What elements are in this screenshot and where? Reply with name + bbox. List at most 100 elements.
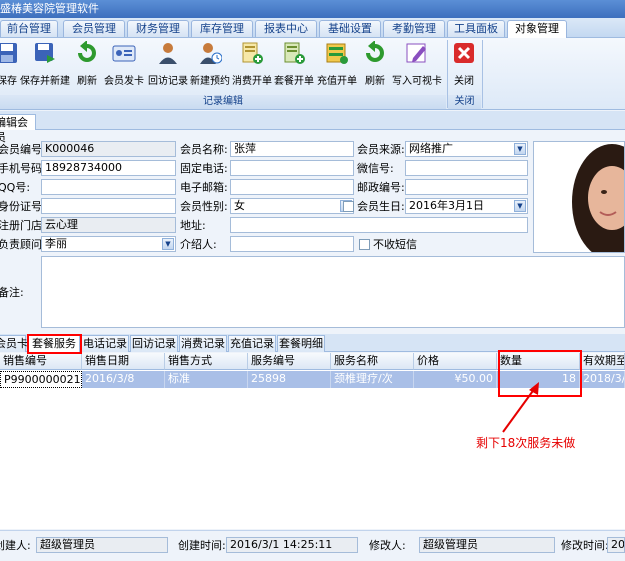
cell-price[interactable]: ¥50.00 xyxy=(414,371,497,388)
creator-label: 创建人: xyxy=(0,539,31,552)
created-time-field[interactable]: 2016/3/1 14:25:11 xyxy=(226,537,358,553)
wechat-field[interactable] xyxy=(405,160,528,176)
tab-recharge-records[interactable]: 充值记录 xyxy=(228,335,276,352)
ribbon-toolbar: 保存 保存并新建 刷新 会员发卡 回访记录 新建预约 消费开单 套餐开单 充值开… xyxy=(0,38,625,110)
created-time-label: 创建时间: xyxy=(178,539,226,552)
source-select[interactable]: 网络推广 ▼ xyxy=(405,141,528,157)
column-header-service-name[interactable]: 服务名称 xyxy=(331,353,414,370)
follow-up-record-button[interactable]: 回访记录 xyxy=(147,41,189,89)
cell-valid-until[interactable]: 2018/3/8 xyxy=(580,371,625,388)
postcode-field[interactable] xyxy=(405,179,528,195)
referrer-field[interactable] xyxy=(230,236,354,252)
follow-up-record-label: 回访记录 xyxy=(148,76,188,87)
doc-tab-edit-member[interactable]: 编辑会员 xyxy=(0,114,36,144)
advisor-label: 负责顾问: xyxy=(0,238,46,251)
modifier-label: 修改人: xyxy=(369,539,406,552)
member-photo[interactable] xyxy=(533,141,625,253)
cell-sale-method[interactable]: 标准 xyxy=(165,371,248,388)
email-label: 电子邮箱: xyxy=(180,181,228,194)
birthday-value: 2016年3月1日 xyxy=(409,199,484,212)
wechat-label: 微信号: xyxy=(357,162,394,175)
email-field[interactable] xyxy=(230,179,354,195)
cell-service-name[interactable]: 颈椎理疗/次 xyxy=(331,371,414,388)
birthday-checkbox[interactable] xyxy=(343,201,354,212)
write-visual-card-button[interactable]: 写入可视卡 xyxy=(391,41,443,89)
tab-inventory-management[interactable]: 库存管理 xyxy=(191,20,253,37)
column-header-price[interactable]: 价格 xyxy=(414,353,497,370)
tab-attendance-management[interactable]: 考勤管理 xyxy=(383,20,445,37)
document-tab-strip: 编辑会员 xyxy=(0,111,625,144)
ribbon-group-separator xyxy=(482,40,483,108)
phone-field[interactable] xyxy=(230,160,354,176)
issue-card-button[interactable]: 会员发卡 xyxy=(103,41,145,89)
tab-front-desk[interactable]: 前台管理 xyxy=(0,20,58,37)
column-header-service-no[interactable]: 服务编号 xyxy=(248,353,331,370)
save-new-icon xyxy=(35,43,55,63)
tab-follow-up-records[interactable]: 回访记录 xyxy=(130,335,178,352)
no-sms-label: 不收短信 xyxy=(373,238,417,251)
modifier-field[interactable]: 超级管理员 xyxy=(419,537,555,553)
no-sms-checkbox[interactable] xyxy=(359,239,370,250)
qq-field[interactable] xyxy=(41,179,176,195)
window-title: 盛椿美容院管理软件 xyxy=(0,2,99,15)
column-header-sale-no[interactable]: 销售编号 xyxy=(0,353,82,370)
source-label: 会员来源: xyxy=(357,143,405,156)
cell-sale-no[interactable]: P9900000021 xyxy=(0,371,82,388)
issue-card-label: 会员发卡 xyxy=(104,76,144,87)
mobile-field[interactable]: 18928734000 xyxy=(41,160,176,176)
tab-package-details[interactable]: 套餐明细 xyxy=(277,335,325,352)
gender-select[interactable]: 女 ▼ xyxy=(230,198,354,214)
column-header-sale-date[interactable]: 销售日期 xyxy=(82,353,165,370)
tab-member-card[interactable]: 会员卡 xyxy=(0,335,28,352)
chevron-down-icon[interactable]: ▼ xyxy=(514,143,526,155)
cell-service-no[interactable]: 25898 xyxy=(248,371,331,388)
refresh-icon xyxy=(366,41,384,62)
address-field[interactable] xyxy=(230,217,528,233)
close-button[interactable]: 关闭 xyxy=(451,41,477,89)
idcard-field[interactable] xyxy=(41,198,176,214)
tab-member-management[interactable]: 会员管理 xyxy=(63,20,125,37)
member-name-label: 会员名称: xyxy=(180,143,228,156)
consumption-order-button[interactable]: 消费开单 xyxy=(232,41,272,89)
column-header-valid-until[interactable]: 有效期至 xyxy=(580,353,625,370)
tab-report-center[interactable]: 报表中心 xyxy=(255,20,317,37)
member-card-icon xyxy=(112,45,136,62)
advisor-select[interactable]: 李丽 ▼ xyxy=(41,236,176,252)
idcard-label: 身份证号: xyxy=(0,200,46,213)
advisor-value: 李丽 xyxy=(45,237,67,250)
member-no-field[interactable]: K000046 xyxy=(41,141,176,157)
chevron-down-icon[interactable]: ▼ xyxy=(514,200,526,212)
chevron-down-icon[interactable]: ▼ xyxy=(162,238,174,250)
cell-sale-date[interactable]: 2016/3/8 xyxy=(82,371,165,388)
appointment-icon xyxy=(200,43,222,64)
tab-finance-management[interactable]: 财务管理 xyxy=(127,20,189,37)
package-order-button[interactable]: 套餐开单 xyxy=(274,41,314,89)
birthday-picker[interactable]: 2016年3月1日 ▼ xyxy=(405,198,528,214)
refresh-button-2[interactable]: 刷新 xyxy=(361,41,389,89)
tab-basic-settings[interactable]: 基础设置 xyxy=(319,20,381,37)
recharge-order-button[interactable]: 充值开单 xyxy=(316,41,358,89)
member-no-label: 会员编号: xyxy=(0,143,46,156)
tab-consumption-records[interactable]: 消费记录 xyxy=(179,335,227,352)
bill-add-icon xyxy=(242,42,263,64)
remarks-textarea[interactable] xyxy=(41,256,625,328)
save-button[interactable]: 保存 xyxy=(0,41,18,89)
save-and-new-button[interactable]: 保存并新建 xyxy=(20,41,70,89)
modified-time-field[interactable]: 201 xyxy=(607,537,625,553)
new-appointment-button[interactable]: 新建预约 xyxy=(189,41,231,89)
column-header-sale-method[interactable]: 销售方式 xyxy=(165,353,248,370)
tab-object-management[interactable]: 对象管理 xyxy=(507,20,567,38)
recharge-order-label: 充值开单 xyxy=(317,76,357,87)
person-icon xyxy=(159,43,177,64)
refresh-label: 刷新 xyxy=(77,76,97,87)
store-field[interactable]: 云心理 xyxy=(41,217,176,233)
qq-label: QQ号: xyxy=(0,181,31,194)
tab-phone-records[interactable]: 电话记录 xyxy=(81,335,129,352)
refresh-button[interactable]: 刷新 xyxy=(74,41,100,89)
window-title-bar: 盛椿美容院管理软件 xyxy=(0,0,625,18)
member-name-field[interactable]: 张萍 xyxy=(230,141,354,157)
creator-field[interactable]: 超级管理员 xyxy=(36,537,168,553)
tab-tool-panel[interactable]: 工具面板 xyxy=(447,20,505,37)
edit-pen-icon xyxy=(406,43,426,63)
gender-value: 女 xyxy=(234,199,245,212)
